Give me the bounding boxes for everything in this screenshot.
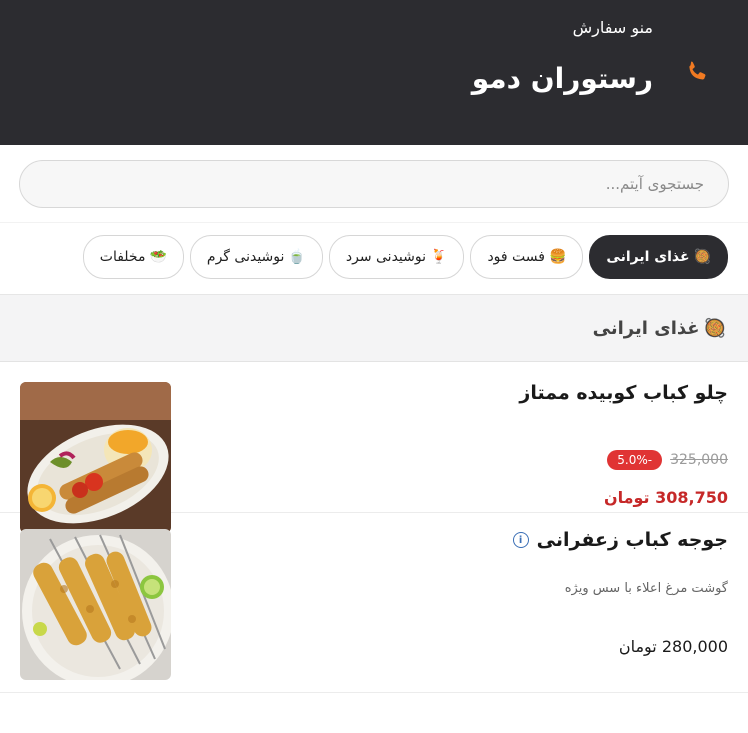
item-name: جوجه کباب زعفرانی	[536, 529, 728, 551]
app-header: منو سفارش رستوران دمو	[0, 0, 748, 145]
price-row: 325,000 -5.0%	[607, 450, 728, 470]
restaurant-title: رستوران دمو	[471, 62, 653, 95]
cocktail-icon: 🍹	[430, 249, 448, 265]
search-input[interactable]	[42, 174, 706, 194]
tab-hot-drinks[interactable]: 🍵 نوشیدنی گرم	[189, 235, 323, 279]
tab-label: غذای ایرانی	[606, 249, 690, 265]
pot-icon: 🥘	[703, 317, 726, 339]
tea-icon: 🍵	[288, 249, 306, 265]
burger-icon: 🍔	[548, 249, 567, 265]
item-name: چلو کباب کوبیده ممتاز	[519, 382, 728, 404]
search-box	[19, 160, 729, 208]
tab-cold-drinks[interactable]: 🍹 نوشیدنی سرد	[328, 235, 465, 279]
tab-label: مخلفات	[99, 249, 146, 265]
search-bar	[0, 145, 748, 223]
item-info: جوجه کباب زعفرانی i گوشت مرغ اعلاء با سس…	[171, 529, 728, 676]
item-info: چلو کباب کوبیده ممتاز 325,000 -5.0% 308,…	[171, 382, 728, 507]
tab-label: نوشیدنی گرم	[206, 249, 285, 265]
final-price: 308,750 تومان	[603, 488, 728, 507]
header-subtitle: منو سفارش	[572, 18, 653, 37]
menu-item[interactable]: چلو کباب کوبیده ممتاز 325,000 -5.0% 308,…	[0, 362, 748, 533]
section-title: غذای ایرانی	[592, 317, 700, 339]
tab-iranian-food[interactable]: 🥘 غذای ایرانی	[589, 235, 728, 279]
item-name-row: جوجه کباب زعفرانی i	[171, 529, 728, 551]
item-price: 280,000 تومان	[618, 637, 728, 656]
category-tabs: 🥘 غذای ایرانی 🍔 فست فود 🍹 نوشیدنی سرد 🍵 …	[0, 223, 748, 295]
discount-badge: -5.0%	[607, 450, 663, 470]
info-icon[interactable]: i	[512, 532, 529, 548]
old-price: 325,000	[670, 452, 728, 468]
item-description: گوشت مرغ اعلاء با سس ویژه	[564, 581, 728, 596]
tab-fast-food[interactable]: 🍔 فست فود	[470, 235, 584, 279]
section-header: 🥘 غذای ایرانی	[0, 295, 748, 362]
tab-label: فست فود	[487, 249, 545, 265]
menu-item[interactable]: جوجه کباب زعفرانی i گوشت مرغ اعلاء با سس…	[0, 513, 748, 693]
salad-icon: 🥗	[149, 249, 167, 265]
phone-icon[interactable]	[684, 58, 710, 86]
tab-label: نوشیدنی سرد	[345, 249, 426, 265]
kebab-koobideh-image	[20, 382, 171, 533]
tab-sides[interactable]: 🥗 مخلفات	[82, 235, 184, 279]
joojeh-kebab-image	[20, 529, 171, 680]
pot-icon: 🥘	[693, 249, 711, 265]
